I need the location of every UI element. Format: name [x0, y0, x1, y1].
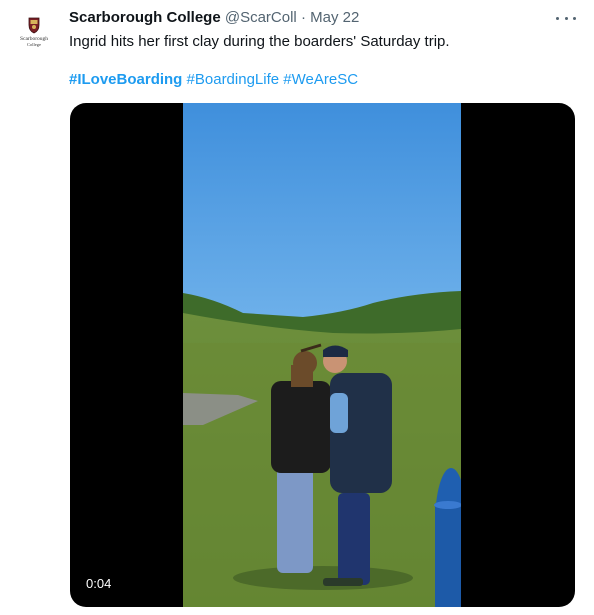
hashtags: #ILoveBoarding #BoardingLife #WeAreSC: [69, 70, 358, 90]
author-name[interactable]: Scarborough College: [69, 9, 221, 26]
author-handle[interactable]: @ScarColl: [225, 9, 297, 26]
separator: ·: [300, 9, 306, 26]
tweet-text: Ingrid hits her first clay during the bo…: [69, 33, 450, 50]
hashtag-link[interactable]: #ILoveBoarding: [69, 71, 182, 88]
avatar-text: College: [27, 42, 41, 47]
video-timestamp: 0:04: [80, 573, 118, 595]
tweet-header: Scarborough College @ScarColl · May 22: [69, 8, 359, 28]
hashtag-link[interactable]: #WeAreSC: [283, 71, 358, 88]
video-player[interactable]: 0:04: [70, 103, 575, 607]
hashtag-link[interactable]: #BoardingLife: [187, 71, 280, 88]
video-frame: [183, 103, 461, 607]
avatar[interactable]: Scarborough College: [12, 14, 56, 58]
school-crest-icon: [28, 17, 40, 34]
more-horizontal-icon[interactable]: [556, 8, 576, 28]
tweet-date[interactable]: May 22: [310, 9, 359, 26]
tweet-card[interactable]: Scarborough College Scarborough College …: [0, 0, 594, 615]
